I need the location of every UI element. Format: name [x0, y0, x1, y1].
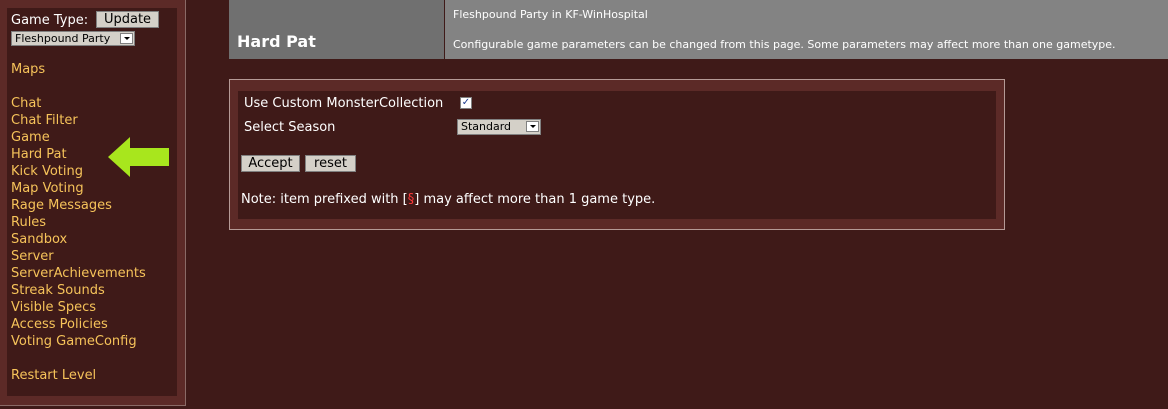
sidebar: Game Type: Update Fleshpound Party Maps …: [0, 0, 186, 406]
custom-monster-label: Use Custom MonsterCollection: [244, 96, 444, 111]
season-select[interactable]: Standard: [457, 119, 541, 135]
sidebar-link-map-voting[interactable]: Map Voting: [11, 181, 84, 196]
accept-button[interactable]: Accept: [241, 155, 300, 172]
sidebar-link-maps[interactable]: Maps: [11, 62, 45, 77]
settings-panel-inner: Use Custom MonsterCollection ✓ Select Se…: [238, 91, 996, 219]
sidebar-link-voting-gameconfig[interactable]: Voting GameConfig: [11, 334, 137, 349]
game-type-select[interactable]: Fleshpound Party: [11, 31, 135, 46]
sidebar-link-rules[interactable]: Rules: [11, 215, 46, 230]
sidebar-link-access-policies[interactable]: Access Policies: [11, 317, 108, 332]
page-title: Hard Pat: [237, 32, 316, 51]
sidebar-link-streak-sounds[interactable]: Streak Sounds: [11, 283, 105, 298]
page-header-description-cell: Fleshpound Party in KF-WinHospital Confi…: [445, 0, 1168, 59]
sidebar-link-visible-specs[interactable]: Visible Specs: [11, 300, 96, 315]
page: Game Type: Update Fleshpound Party Maps …: [0, 0, 1168, 409]
game-type-label: Game Type:: [11, 13, 89, 28]
sidebar-link-sandbox[interactable]: Sandbox: [11, 232, 67, 247]
update-button[interactable]: Update: [96, 11, 159, 28]
page-subtitle: Fleshpound Party in KF-WinHospital: [453, 8, 648, 21]
sidebar-link-server[interactable]: Server: [11, 249, 54, 264]
season-selected: Standard: [461, 120, 512, 133]
chevron-down-icon[interactable]: [120, 33, 133, 44]
sidebar-link-chat[interactable]: Chat: [11, 96, 41, 111]
sidebar-link-kick-voting[interactable]: Kick Voting: [11, 164, 83, 179]
sidebar-inner: Game Type: Update Fleshpound Party Maps …: [7, 8, 177, 396]
note-text: Note: item prefixed with [§] may affect …: [241, 192, 655, 207]
season-label: Select Season: [244, 120, 336, 135]
note-prefix: Note: item prefixed with [: [241, 192, 408, 207]
sidebar-link-rage-messages[interactable]: Rage Messages: [11, 198, 112, 213]
reset-button[interactable]: reset: [305, 155, 356, 172]
page-description: Configurable game parameters can be chan…: [453, 38, 1116, 51]
custom-monster-checkbox[interactable]: ✓: [460, 97, 472, 109]
green-arrow-left-icon: [108, 137, 169, 177]
page-header-title-cell: Hard Pat: [229, 0, 444, 59]
sidebar-link-server-achievements[interactable]: ServerAchievements: [11, 266, 146, 281]
settings-panel: Use Custom MonsterCollection ✓ Select Se…: [229, 79, 1005, 230]
sidebar-link-hard-pat[interactable]: Hard Pat: [11, 147, 67, 162]
game-type-selected: Fleshpound Party: [15, 32, 111, 45]
sidebar-link-restart-level[interactable]: Restart Level: [11, 368, 96, 383]
chevron-down-icon[interactable]: [526, 121, 539, 132]
sidebar-link-chat-filter[interactable]: Chat Filter: [11, 113, 78, 128]
note-suffix: ] may affect more than 1 game type.: [414, 192, 656, 207]
sidebar-link-game[interactable]: Game: [11, 130, 50, 145]
